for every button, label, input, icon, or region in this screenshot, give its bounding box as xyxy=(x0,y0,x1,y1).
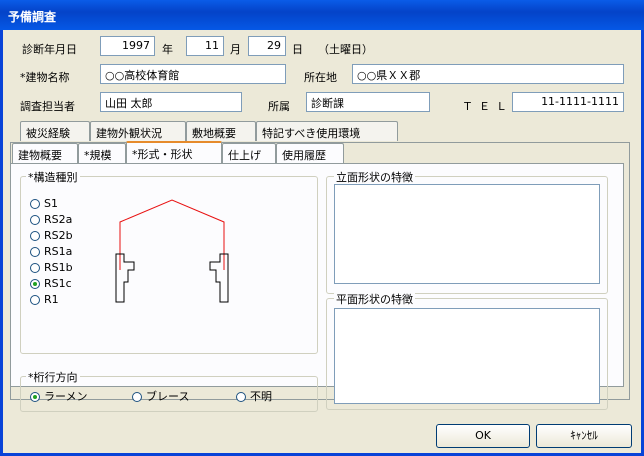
tab-building-overview[interactable]: 建物概要 xyxy=(12,143,78,163)
radio-label: S1 xyxy=(44,197,58,210)
structure-diagram xyxy=(115,199,229,303)
month-unit: 月 xyxy=(230,43,241,56)
tab-finishing[interactable]: 仕上げ xyxy=(222,143,276,163)
roof-frame xyxy=(119,199,225,270)
plan-title: 平面形状の特徴 xyxy=(334,291,415,307)
tab-site-overview[interactable]: 敷地概要 xyxy=(186,121,256,141)
right-column xyxy=(209,253,229,303)
person-field[interactable]: 山田 太郎 xyxy=(100,92,242,112)
day-unit: 日 xyxy=(292,43,303,56)
location-label: 所在地 xyxy=(304,71,337,84)
elevation-title: 立面形状の特徴 xyxy=(334,169,415,185)
radio-label: R1 xyxy=(44,293,59,306)
tab-usage-history[interactable]: 使用履歴 xyxy=(276,143,344,163)
date-label: 診断年月日 xyxy=(22,43,77,56)
direction-title: *桁行方向 xyxy=(26,369,80,385)
radio-rahmen[interactable]: ラーメン xyxy=(30,388,88,404)
weekday-label: （土曜日） xyxy=(318,43,373,56)
tab-scale[interactable]: *規模 xyxy=(78,143,126,163)
year-field[interactable]: 1997 xyxy=(100,36,155,56)
radio-s1[interactable]: S1 xyxy=(30,197,58,210)
elevation-textarea[interactable] xyxy=(334,184,600,284)
radio-rs2b[interactable]: RS2b xyxy=(30,229,73,242)
radio-dot-selected xyxy=(30,279,40,289)
radio-dot xyxy=(30,231,40,241)
ok-button[interactable]: OK xyxy=(436,424,530,448)
radio-label: ラーメン xyxy=(44,390,88,403)
radio-label: RS1a xyxy=(44,245,73,258)
title-bar[interactable]: 予備調査 xyxy=(0,0,644,30)
radio-r1[interactable]: R1 xyxy=(30,293,59,306)
building-name-field[interactable]: ○○高校体育館 xyxy=(100,64,286,84)
radio-rs2a[interactable]: RS2a xyxy=(30,213,72,226)
plan-textarea[interactable] xyxy=(334,308,600,404)
radio-rs1b[interactable]: RS1b xyxy=(30,261,73,274)
radio-label: RS1c xyxy=(44,277,72,290)
radio-label: ブレース xyxy=(146,390,190,403)
radio-rs1a[interactable]: RS1a xyxy=(30,245,72,258)
radio-dot xyxy=(30,263,40,273)
year-unit: 年 xyxy=(162,43,173,56)
location-field[interactable]: ○○県ＸＸ郡 xyxy=(352,64,624,84)
day-field[interactable]: 29 xyxy=(248,36,286,56)
radio-brace[interactable]: ブレース xyxy=(132,388,189,404)
tab-usage-environment[interactable]: 特記すべき使用環境 xyxy=(256,121,398,141)
structure-type-title: *構造種別 xyxy=(26,169,80,185)
radio-dot xyxy=(30,199,40,209)
radio-label: RS2b xyxy=(44,229,73,242)
tab-exterior-condition[interactable]: 建物外観状況 xyxy=(90,121,186,141)
tab-type-shape[interactable]: *形式・形状 xyxy=(126,141,222,163)
dept-label: 所属 xyxy=(268,100,290,113)
radio-label: RS2a xyxy=(44,213,73,226)
radio-label: RS1b xyxy=(44,261,73,274)
radio-dot xyxy=(30,295,40,305)
building-name-label: *建物名称 xyxy=(20,71,70,84)
person-label: 調査担当者 xyxy=(20,100,75,113)
dept-field[interactable]: 診断課 xyxy=(306,92,430,112)
tel-field[interactable]: 11-1111-1111 xyxy=(512,92,624,112)
radio-dot xyxy=(132,392,142,402)
window-title: 予備調査 xyxy=(8,10,57,24)
radio-dot xyxy=(30,247,40,257)
left-column xyxy=(115,253,135,303)
month-field[interactable]: 11 xyxy=(186,36,224,56)
radio-dot-selected xyxy=(30,392,40,402)
radio-rs1c[interactable]: RS1c xyxy=(30,277,72,290)
radio-unknown[interactable]: 不明 xyxy=(236,388,272,404)
tab-disaster-experience[interactable]: 被災経験 xyxy=(20,121,90,141)
tel-label: ＴＥＬ xyxy=(462,100,513,113)
radio-dot xyxy=(236,392,246,402)
radio-label: 不明 xyxy=(250,390,272,403)
radio-dot xyxy=(30,215,40,225)
cancel-button[interactable]: ｷｬﾝｾﾙ xyxy=(536,424,632,448)
